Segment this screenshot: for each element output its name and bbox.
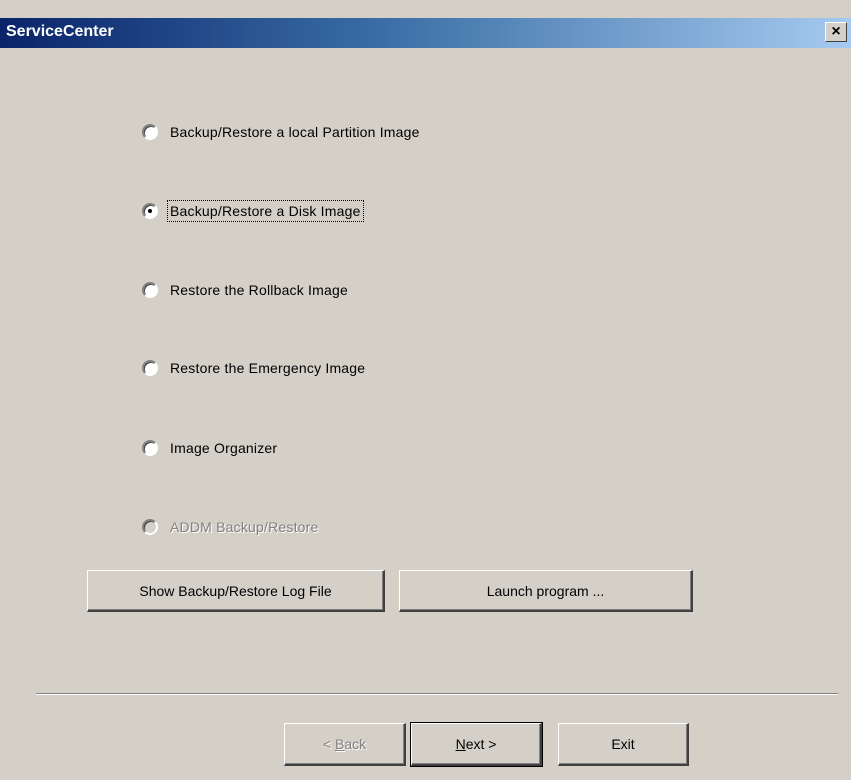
show-log-label: Show Backup/Restore Log File	[139, 582, 332, 599]
radio-button-disabled	[142, 519, 158, 535]
option-label: Backup/Restore a Disk Image	[167, 200, 364, 222]
option-label: Backup/Restore a local Partition Image	[170, 124, 420, 140]
radio-button[interactable]	[142, 360, 158, 376]
option-emergency-image[interactable]: Restore the Emergency Image	[142, 356, 365, 380]
option-label: ADDM Backup/Restore	[170, 519, 319, 535]
back-label: < Back	[322, 736, 367, 752]
radio-button[interactable]	[142, 282, 158, 298]
option-partition-image[interactable]: Backup/Restore a local Partition Image	[142, 120, 420, 144]
option-label: Image Organizer	[170, 440, 278, 456]
launch-program-button[interactable]: Launch program ...	[399, 570, 693, 612]
next-label: Next >	[455, 736, 497, 752]
back-button: < Back	[284, 723, 406, 766]
option-label: Restore the Emergency Image	[170, 360, 366, 376]
option-rollback-image[interactable]: Restore the Rollback Image	[142, 278, 348, 302]
window-title: ServiceCenter	[6, 23, 114, 40]
close-icon: ×	[831, 23, 841, 40]
option-image-organizer[interactable]: Image Organizer	[142, 436, 277, 460]
exit-label: Exit	[611, 736, 635, 752]
radio-button[interactable]	[142, 440, 158, 456]
close-button[interactable]: ×	[825, 22, 847, 42]
option-addm-backup: ADDM Backup/Restore	[142, 515, 319, 539]
show-log-button[interactable]: Show Backup/Restore Log File	[87, 570, 385, 612]
launch-program-label: Launch program ...	[486, 582, 605, 599]
option-label: Restore the Rollback Image	[170, 282, 348, 298]
radio-button-selected[interactable]	[142, 203, 158, 219]
title-bar: ServiceCenter ×	[0, 18, 851, 48]
option-disk-image[interactable]: Backup/Restore a Disk Image	[142, 199, 364, 223]
exit-button[interactable]: Exit	[558, 723, 689, 766]
radio-button[interactable]	[142, 124, 158, 140]
next-button[interactable]: Next >	[410, 722, 543, 767]
separator	[36, 693, 838, 695]
